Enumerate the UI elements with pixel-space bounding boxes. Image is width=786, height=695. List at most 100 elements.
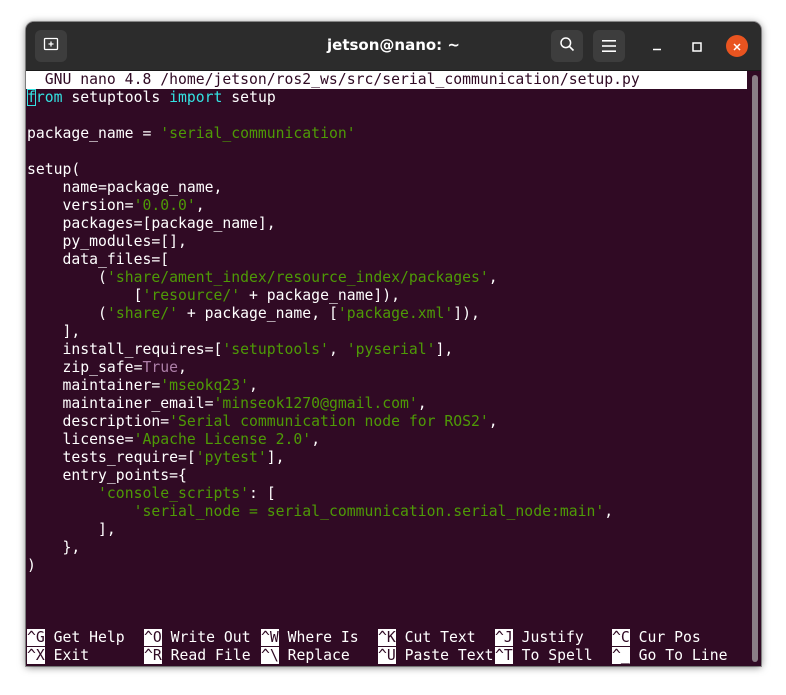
code-text: , bbox=[311, 431, 321, 448]
code-text: + package_name, [ bbox=[177, 305, 338, 322]
code-text: entry_points={ bbox=[27, 467, 187, 484]
code-text: license= bbox=[27, 431, 134, 448]
string-token: 'pytest' bbox=[195, 449, 267, 466]
nano-header-text: GNU nano 4.8 /home/jetson/ros2_ws/src/se… bbox=[27, 71, 640, 88]
code-line-7: version='0.0.0', bbox=[27, 197, 205, 215]
code-text: packages=[package_name], bbox=[27, 215, 276, 232]
terminal-content[interactable]: GNU nano 4.8 /home/jetson/ros2_ws/src/se… bbox=[26, 71, 748, 666]
shortcut-key: ^_ bbox=[612, 647, 630, 664]
code-line-16: zip_safe=True, bbox=[27, 359, 187, 377]
code-text: ], bbox=[435, 341, 454, 358]
code-text: , bbox=[417, 395, 427, 412]
code-text: package_name = bbox=[27, 125, 161, 142]
code-text: ], bbox=[266, 449, 285, 466]
code-line-6: name=package_name, bbox=[27, 179, 223, 197]
code-line-27: ) bbox=[27, 557, 36, 575]
keyword-token: rom bbox=[35, 89, 63, 106]
nano-header-bar: GNU nano 4.8 /home/jetson/ros2_ws/src/se… bbox=[26, 71, 747, 89]
code-text: ( bbox=[27, 305, 107, 322]
code-text: ], bbox=[27, 323, 81, 340]
code-text: install_requires=[ bbox=[27, 341, 223, 358]
code-line-19: description='Serial communication node f… bbox=[27, 413, 498, 431]
code-line-17: maintainer='mseokq23', bbox=[27, 377, 258, 395]
title-bar: jetson@nano: ~ bbox=[26, 22, 761, 71]
shortcut-go-to-line[interactable]: ^_ Go To Line bbox=[612, 647, 727, 665]
code-line-3: package_name = 'serial_communication' bbox=[27, 125, 356, 143]
string-token: 'Apache License 2.0' bbox=[133, 431, 312, 448]
text-cursor: f bbox=[27, 89, 36, 106]
shortcut-label: Read File bbox=[161, 647, 251, 664]
code-text: description= bbox=[27, 413, 170, 430]
code-text: , bbox=[488, 413, 498, 430]
constant-token: True bbox=[142, 359, 178, 376]
code-text: tests_require=[ bbox=[27, 449, 196, 466]
code-text: setup bbox=[222, 89, 276, 106]
code-text: ) bbox=[27, 557, 36, 574]
shortcut-key: ^O bbox=[144, 629, 162, 646]
shortcut-write-out[interactable]: ^O Write Out bbox=[144, 629, 251, 647]
vertical-scrollbar[interactable] bbox=[748, 71, 761, 666]
hamburger-menu-icon bbox=[602, 37, 616, 56]
code-text: ]), bbox=[453, 305, 480, 322]
shortcut-to-spell[interactable]: ^T To Spell bbox=[495, 647, 593, 665]
shortcut-label: Exit bbox=[44, 647, 90, 664]
string-token: 'package.xml' bbox=[337, 305, 454, 322]
shortcut-where-is[interactable]: ^W Where Is bbox=[261, 629, 359, 647]
shortcut-read-file[interactable]: ^R Read File bbox=[144, 647, 251, 665]
shortcut-label: Cut Text bbox=[395, 629, 476, 646]
code-line-22: entry_points={ bbox=[27, 467, 187, 485]
shortcut-key: ^G bbox=[27, 629, 45, 646]
code-text: ], bbox=[27, 521, 116, 538]
code-text: }, bbox=[27, 539, 81, 556]
code-text: + package_name]), bbox=[240, 287, 400, 304]
menu-button[interactable] bbox=[593, 30, 625, 62]
code-text: version= bbox=[27, 197, 134, 214]
shortcut-paste-text[interactable]: ^U Paste Text bbox=[378, 647, 493, 665]
code-line-25: ], bbox=[27, 521, 116, 539]
code-text: ( bbox=[27, 269, 107, 286]
shortcut-get-help[interactable]: ^G Get Help bbox=[27, 629, 125, 647]
shortcut-key: ^T bbox=[495, 647, 513, 664]
shortcut-label: Where Is bbox=[278, 629, 359, 646]
shortcut-label: Get Help bbox=[44, 629, 125, 646]
shortcut-justify[interactable]: ^J Justify bbox=[495, 629, 584, 647]
shortcut-label: To Spell bbox=[512, 647, 593, 664]
maximize-icon bbox=[692, 37, 702, 56]
shortcut-label: Paste Text bbox=[395, 647, 494, 664]
shortcut-cut-text[interactable]: ^K Cut Text bbox=[378, 629, 476, 647]
code-line-23: 'console_scripts': [ bbox=[27, 485, 276, 503]
minimize-button[interactable] bbox=[646, 35, 668, 57]
shortcut-label: Justify bbox=[512, 629, 584, 646]
code-line-15: install_requires=['setuptools', 'pyseria… bbox=[27, 341, 454, 359]
string-token: 'setuptools' bbox=[222, 341, 329, 358]
shortcut-cur-pos[interactable]: ^C Cur Pos bbox=[612, 629, 701, 647]
string-token: 'Serial communication node for ROS2' bbox=[169, 413, 489, 430]
string-token: 'serial_node = serial_communication.seri… bbox=[133, 503, 605, 520]
code-text: , bbox=[249, 377, 258, 394]
code-text: py_modules=[], bbox=[27, 233, 187, 250]
code-line-5: setup( bbox=[27, 161, 80, 179]
shortcut-exit[interactable]: ^X Exit bbox=[27, 647, 89, 665]
maximize-button[interactable] bbox=[686, 35, 708, 57]
code-line-1: from setuptools import setup bbox=[27, 89, 276, 107]
shortcut-key: ^X bbox=[27, 647, 45, 664]
code-text: maintainer_email= bbox=[27, 395, 214, 412]
code-text: , bbox=[488, 269, 498, 286]
code-line-21: tests_require=['pytest'], bbox=[27, 449, 285, 467]
string-token: 'mseokq23' bbox=[160, 377, 250, 394]
shortcut-key: ^J bbox=[495, 629, 513, 646]
code-text: name=package_name, bbox=[27, 179, 223, 196]
code-line-8: packages=[package_name], bbox=[27, 215, 276, 233]
search-button[interactable] bbox=[551, 30, 583, 62]
string-token: 'share/' bbox=[106, 305, 178, 322]
scrollbar-thumb[interactable] bbox=[752, 75, 758, 662]
close-button[interactable] bbox=[726, 35, 748, 57]
string-token: 'console_scripts' bbox=[98, 485, 250, 502]
code-text: maintainer= bbox=[27, 377, 161, 394]
string-token: 'minseok1270@gmail.com' bbox=[213, 395, 418, 412]
shortcut-replace[interactable]: ^\ Replace bbox=[261, 647, 350, 665]
code-line-12: ['resource/' + package_name]), bbox=[27, 287, 400, 305]
shortcut-key: ^\ bbox=[261, 647, 279, 664]
